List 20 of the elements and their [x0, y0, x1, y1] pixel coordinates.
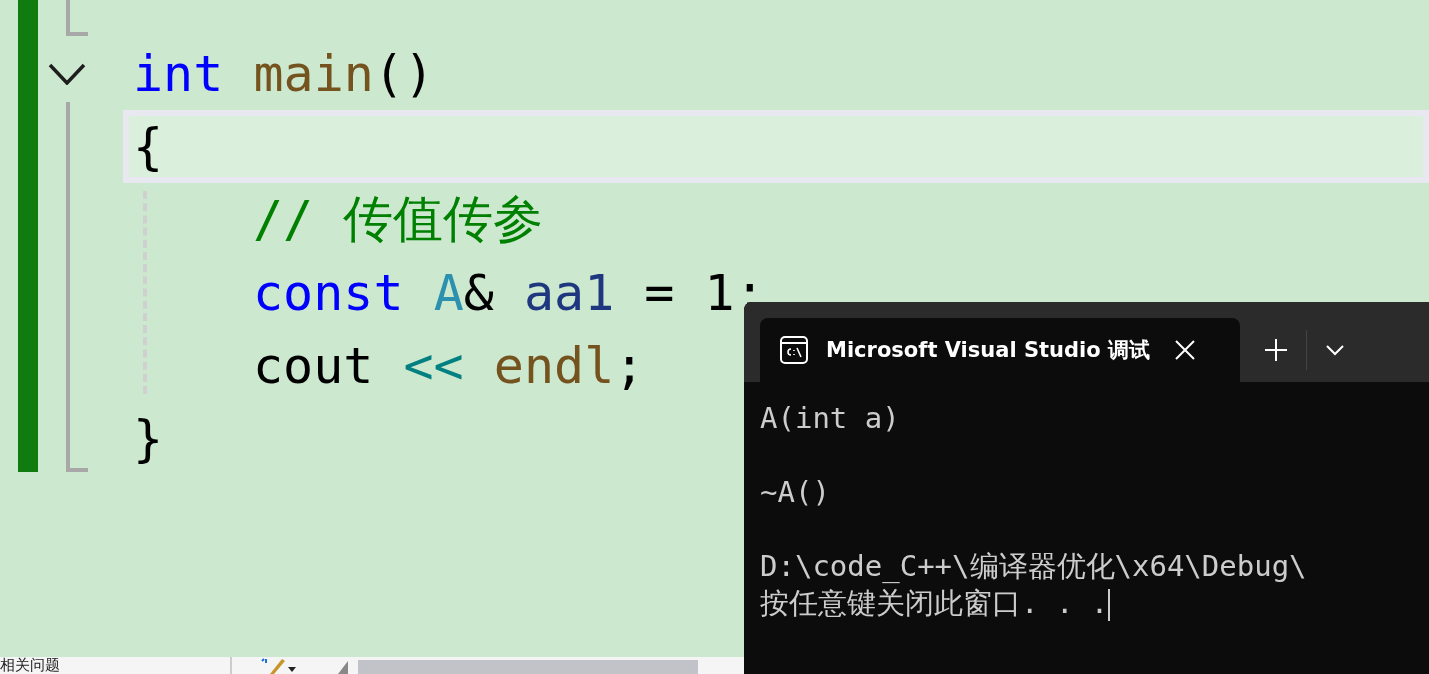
- brush-icon[interactable]: [260, 657, 296, 674]
- console-output-line: ~A(): [760, 475, 830, 509]
- text-cursor: [1108, 589, 1111, 621]
- new-tab-icon[interactable]: [1264, 338, 1288, 362]
- horizontal-scrollbar[interactable]: [358, 660, 698, 674]
- collapse-chevron-icon[interactable]: [48, 62, 86, 85]
- code-line: cout << endl;: [253, 336, 645, 395]
- code-line: // 传值传参: [253, 189, 544, 250]
- code-line: {: [133, 117, 164, 176]
- console-output-line: A(int a): [760, 401, 900, 435]
- close-icon[interactable]: [1174, 339, 1196, 361]
- status-text: 相关问题: [0, 657, 61, 674]
- console-output-line: 按任意键关闭此窗口. . .: [760, 586, 1109, 620]
- terminal-tab[interactable]: Microsoft Visual Studio 调试: [760, 318, 1240, 382]
- console-output-line: D:\code_C++\编译器优化\x64\Debug\: [760, 549, 1307, 583]
- dropdown-chevron-icon[interactable]: [1325, 344, 1345, 356]
- code-line: int main(): [133, 44, 435, 103]
- tab-title: Microsoft Visual Studio 调试: [826, 337, 1152, 364]
- code-line: }: [133, 409, 164, 468]
- console-icon: [780, 336, 808, 364]
